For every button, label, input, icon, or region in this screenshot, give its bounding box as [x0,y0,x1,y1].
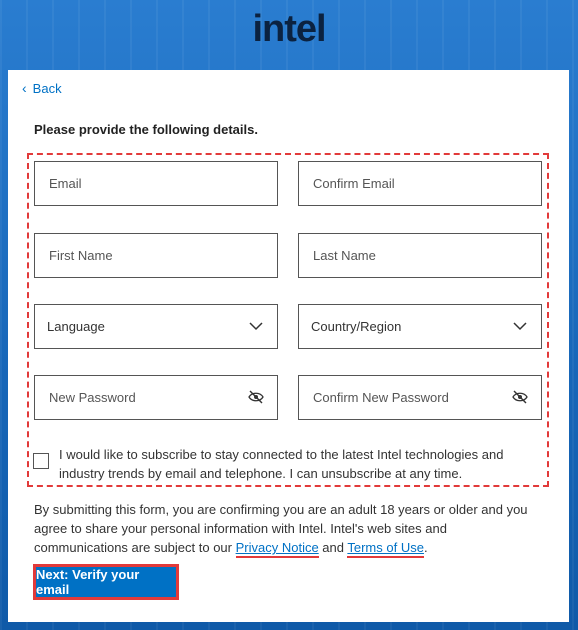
back-link[interactable]: ‹ Back [22,80,62,96]
language-select-label: Language [47,319,105,334]
first-name-field[interactable] [47,247,265,264]
confirm-email-field[interactable] [311,175,529,192]
registration-card: ‹ Back Please provide the following deta… [8,70,569,622]
form-heading: Please provide the following details. [34,122,258,137]
country-region-select[interactable]: Country/Region [298,304,542,349]
last-name-field-wrapper [298,233,542,278]
eye-off-icon[interactable] [247,388,265,406]
subscribe-checkbox[interactable] [33,453,49,469]
confirm-email-field-wrapper [298,161,542,206]
chevron-down-icon [247,317,265,335]
back-label: Back [32,80,62,96]
disclaimer-suffix: . [423,540,428,555]
subscribe-consent-text: I would like to subscribe to stay connec… [59,447,504,481]
last-name-field[interactable] [311,247,529,264]
eye-off-icon[interactable] [511,388,529,406]
chevron-left-icon: ‹ [22,80,27,96]
first-name-field-wrapper [34,233,278,278]
chevron-down-icon [511,317,529,335]
legal-disclaimer: By submitting this form, you are confirm… [34,500,544,558]
email-field-wrapper [34,161,278,206]
next-verify-email-button[interactable]: Next: Verify your email [33,564,179,600]
confirm-password-field[interactable] [311,389,529,406]
language-select[interactable]: Language [34,304,278,349]
email-field[interactable] [47,175,265,192]
next-button-label: Next: Verify your email [36,567,140,597]
new-password-field-wrapper [34,375,278,420]
intel-logo: intel [252,8,326,50]
new-password-field[interactable] [47,389,265,406]
subscribe-consent: I would like to subscribe to stay connec… [33,445,523,483]
disclaimer-middle: and [318,540,348,555]
country-region-select-label: Country/Region [311,319,402,334]
confirm-password-field-wrapper [298,375,542,420]
privacy-notice-link[interactable]: Privacy Notice [235,540,319,558]
terms-of-use-link[interactable]: Terms of Use [347,540,424,558]
